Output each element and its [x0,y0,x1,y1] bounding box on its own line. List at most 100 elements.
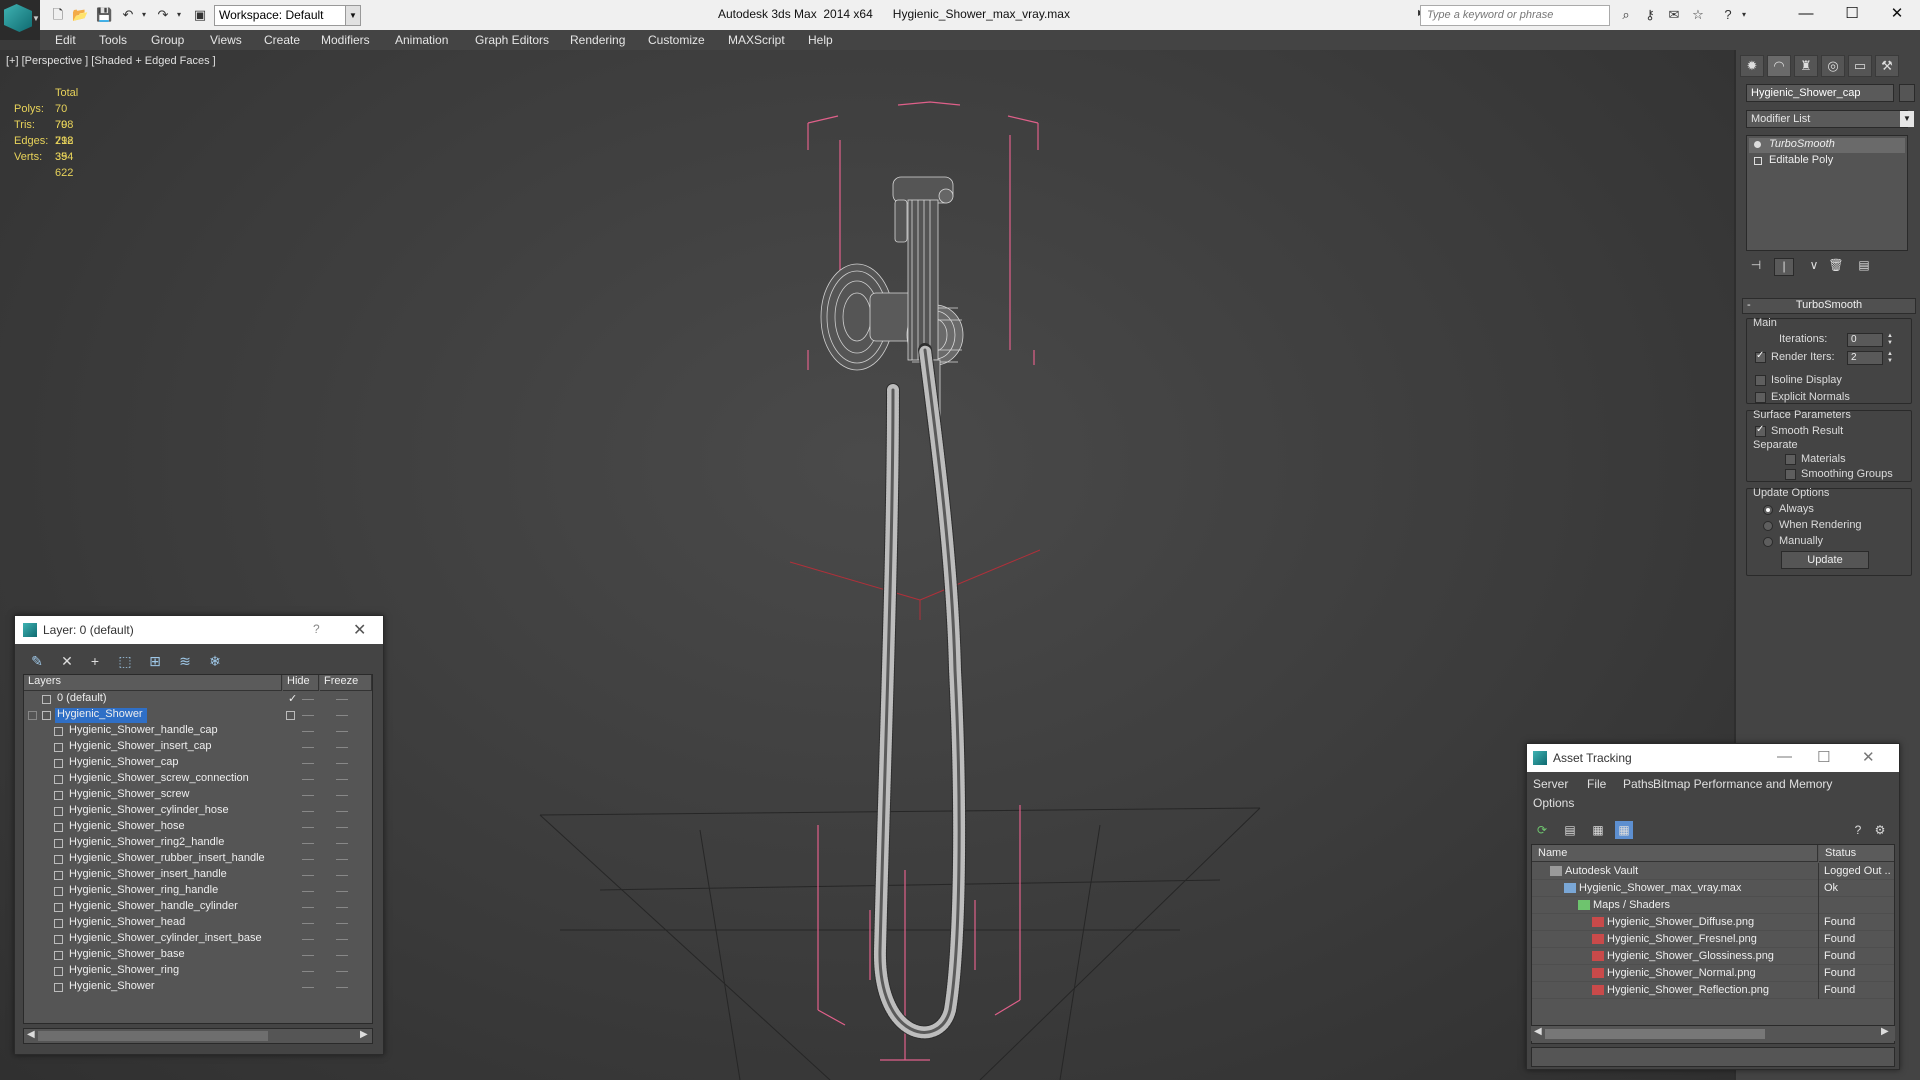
layer-row[interactable]: Hygienic_Shower_insert_cap [24,740,372,756]
layer-row[interactable]: Hygienic_Shower_ring2_handle [24,836,372,852]
communication-icon[interactable]: ✉ [1666,7,1682,23]
menu-modifiers[interactable]: Modifiers [321,33,370,47]
asset-row[interactable]: Maps / Shaders [1532,897,1894,914]
hide-toggle[interactable] [302,971,314,972]
scrollbar-thumb[interactable] [38,1031,268,1041]
hide-toggle[interactable] [302,747,314,748]
add-to-layer-icon[interactable]: + [85,651,105,671]
minimize-button[interactable]: — [1777,748,1792,765]
hide-toggle[interactable] [302,843,314,844]
layer-row[interactable]: Hygienic_Shower_screw_connection [24,772,372,788]
hide-toggle[interactable] [302,827,314,828]
scroll-left-icon[interactable]: ◀ [1534,1026,1542,1037]
app-menu-button[interactable]: ▼ [0,0,40,40]
object-color-swatch[interactable] [1899,84,1915,102]
freeze-toggle[interactable] [336,891,348,892]
motion-tab-icon[interactable]: ◎ [1821,55,1845,77]
hide-toggle[interactable] [302,923,314,924]
horizontal-scrollbar[interactable]: ◀ ▶ [23,1028,373,1044]
horizontal-scrollbar[interactable]: ◀ ▶ [1531,1025,1895,1041]
layer-row[interactable]: Hygienic_Shower [24,980,372,996]
modify-tab-icon[interactable]: ◠ [1767,55,1791,77]
smooth-result-checkbox[interactable] [1755,424,1766,437]
layer-row[interactable]: Hygienic_Shower [24,708,372,724]
detail-view-icon[interactable]: ▦ [1589,821,1607,839]
dialog-title-bar[interactable]: Layer: 0 (default) ? ✕ [15,616,383,644]
object-name-field[interactable]: Hygienic_Shower_cap [1746,84,1894,102]
rollout-turbosmooth[interactable]: - TurboSmooth [1742,298,1916,314]
close-button[interactable]: ✕ [353,620,366,640]
freeze-toggle[interactable] [336,971,348,972]
hide-toggle[interactable] [302,859,314,860]
subscription-icon[interactable]: ⚷ [1642,7,1658,23]
show-end-result-icon[interactable]: | [1774,258,1794,276]
hierarchy-tab-icon[interactable]: ♜ [1794,55,1818,77]
make-unique-icon[interactable]: ∨ [1804,258,1824,276]
highlight-selected-layer-icon[interactable]: ⊞ [145,651,165,671]
menu-group[interactable]: Group [151,33,184,47]
stack-item-turbosmooth[interactable]: TurboSmooth [1749,138,1905,153]
column-header-status[interactable]: Status [1819,845,1894,862]
layer-row[interactable]: 0 (default) ✓ [24,692,372,708]
layer-row[interactable]: Hygienic_Shower_ring [24,964,372,980]
asset-row[interactable]: Hygienic_Shower_Glossiness.png Found [1532,948,1894,965]
pin-stack-icon[interactable]: ⊣ [1746,258,1766,276]
menu-rendering[interactable]: Rendering [570,33,625,47]
update-button[interactable]: Update [1781,551,1869,569]
freeze-toggle[interactable] [336,731,348,732]
maximize-button[interactable]: ☐ [1829,0,1875,28]
freeze-toggle[interactable] [336,987,348,988]
layer-row[interactable]: Hygienic_Shower_handle_cylinder [24,900,372,916]
minimize-button[interactable]: — [1783,0,1829,28]
menu-customize[interactable]: Customize [648,33,705,47]
search-input[interactable]: Type a keyword or phrase [1420,5,1610,26]
hide-toggle[interactable] [302,795,314,796]
hide-toggle[interactable] [302,763,314,764]
freeze-toggle[interactable] [336,875,348,876]
asset-row[interactable]: Hygienic_Shower_Normal.png Found [1532,965,1894,982]
create-tab-sun-icon[interactable]: ✹ [1740,55,1764,77]
hide-toggle[interactable] [302,715,314,716]
help-icon[interactable]: ? [1720,7,1736,23]
modifier-list-dropdown[interactable]: Modifier List [1746,110,1908,128]
freeze-toggle[interactable] [336,699,348,700]
menu-bitmap-performance[interactable]: Bitmap Performance and Memory [1653,777,1832,791]
layer-row[interactable]: Hygienic_Shower_rubber_insert_handle [24,852,372,868]
maximize-button[interactable]: ☐ [1817,748,1830,766]
layer-row[interactable]: Hygienic_Shower_ring_handle [24,884,372,900]
undo-dropdown-icon[interactable]: ▾ [136,7,152,23]
freeze-toggle[interactable] [336,715,348,716]
create-layer-icon[interactable]: ✎ [27,651,47,671]
scrollbar-thumb[interactable] [1545,1029,1765,1039]
binoculars-icon[interactable]: ⌕ [1618,7,1634,23]
help-dropdown-icon[interactable]: ▾ [1736,7,1752,23]
layer-row[interactable]: Hygienic_Shower_hose [24,820,372,836]
asset-row[interactable]: Hygienic_Shower_Fresnel.png Found [1532,931,1894,948]
column-header-freeze[interactable]: Freeze [320,675,372,691]
undo-icon[interactable]: ↶ [120,7,136,23]
redo-dropdown-icon[interactable]: ▾ [171,7,187,23]
render-iters-spinner[interactable]: 2 [1847,351,1883,365]
menu-views[interactable]: Views [210,33,242,47]
iterations-spinner[interactable]: 0 [1847,333,1883,347]
layer-row[interactable]: Hygienic_Shower_insert_handle [24,868,372,884]
viewport-label-menu[interactable]: [+] [Perspective ] [Shaded + Edged Faces… [6,55,216,67]
redo-icon[interactable]: ↷ [155,7,171,23]
layer-row[interactable]: Hygienic_Shower_cap [24,756,372,772]
table-view-icon[interactable]: ▦ [1615,821,1633,839]
update-always-radio[interactable] [1763,505,1773,515]
freeze-toggle[interactable] [336,843,348,844]
explicit-normals-checkbox[interactable] [1755,392,1766,403]
freeze-toggle[interactable] [336,747,348,748]
hide-all-layers-icon[interactable]: ≋ [175,651,195,671]
menu-help[interactable]: Help [808,33,833,47]
hide-toggle[interactable] [302,811,314,812]
lightbulb-icon[interactable] [1754,141,1761,148]
project-folder-icon[interactable]: ▣ [192,7,208,23]
menu-maxscript[interactable]: MAXScript [728,33,785,47]
chevron-down-icon[interactable]: ▼ [1900,111,1914,127]
column-header-layers[interactable]: Layers [24,675,282,691]
delete-layer-icon[interactable]: ✕ [57,651,77,671]
expand-plus-icon[interactable] [1754,157,1762,165]
asset-row[interactable]: Hygienic_Shower_max_vray.max Ok [1532,880,1894,897]
